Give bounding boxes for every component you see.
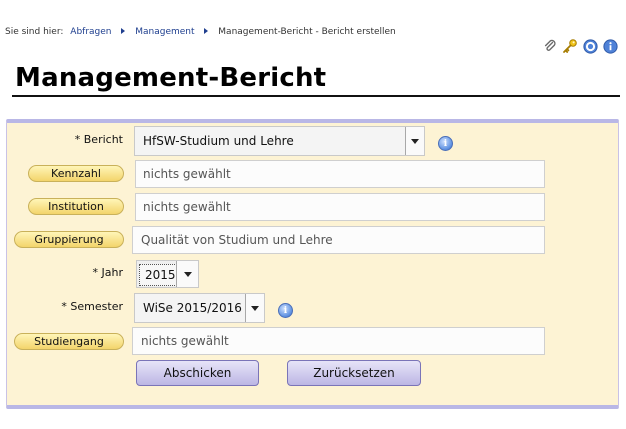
breadcrumb-current: Management-Bericht - Bericht erstellen — [218, 27, 396, 37]
studiengang-field[interactable]: nichts gewählt — [132, 327, 545, 355]
kennzahl-field[interactable]: nichts gewählt — [135, 160, 545, 188]
semester-label: * Semester — [61, 300, 123, 313]
studiengang-button[interactable]: Studiengang — [14, 333, 124, 350]
bericht-info-icon[interactable]: i — [438, 136, 453, 151]
semester-select[interactable]: WiSe 2015/2016 — [134, 293, 265, 323]
bericht-value: HfSW-Studium und Lehre — [143, 134, 294, 148]
title-divider — [12, 95, 620, 97]
chevron-down-icon[interactable] — [176, 261, 198, 287]
paperclip-icon[interactable] — [542, 38, 558, 54]
bericht-label: * Bericht — [74, 133, 123, 146]
info-icon[interactable] — [602, 38, 618, 54]
gruppierung-field[interactable]: Qualität von Studium und Lehre — [132, 226, 545, 254]
semester-info-icon[interactable]: i — [278, 303, 293, 318]
breadcrumb-separator-icon — [121, 28, 126, 34]
semester-value: WiSe 2015/2016 — [143, 301, 242, 315]
breadcrumb-link-management[interactable]: Management — [135, 27, 194, 37]
breadcrumb-separator-icon — [204, 28, 209, 34]
institution-button[interactable]: Institution — [28, 198, 124, 215]
jahr-select[interactable]: 2015 — [136, 260, 199, 288]
breadcrumb: Sie sind hier: Abfragen Management Manag… — [5, 27, 396, 37]
toolbar — [542, 38, 618, 54]
bericht-select[interactable]: HfSW-Studium und Lehre — [134, 126, 425, 156]
help-icon[interactable] — [582, 38, 598, 54]
breadcrumb-prefix: Sie sind hier: — [5, 27, 64, 37]
kennzahl-button[interactable]: Kennzahl — [28, 165, 124, 182]
chevron-down-icon[interactable] — [245, 294, 264, 322]
jahr-label: * Jahr — [92, 266, 123, 279]
key-icon[interactable] — [562, 38, 578, 54]
chevron-down-icon[interactable] — [405, 127, 424, 155]
jahr-value: 2015 — [139, 264, 177, 286]
gruppierung-button[interactable]: Gruppierung — [14, 231, 124, 248]
institution-field[interactable]: nichts gewählt — [135, 193, 545, 221]
breadcrumb-link-abfragen[interactable]: Abfragen — [70, 27, 111, 37]
page-title: Management-Bericht — [15, 63, 327, 93]
submit-button[interactable]: Abschicken — [136, 360, 259, 386]
reset-button[interactable]: Zurücksetzen — [287, 360, 421, 386]
